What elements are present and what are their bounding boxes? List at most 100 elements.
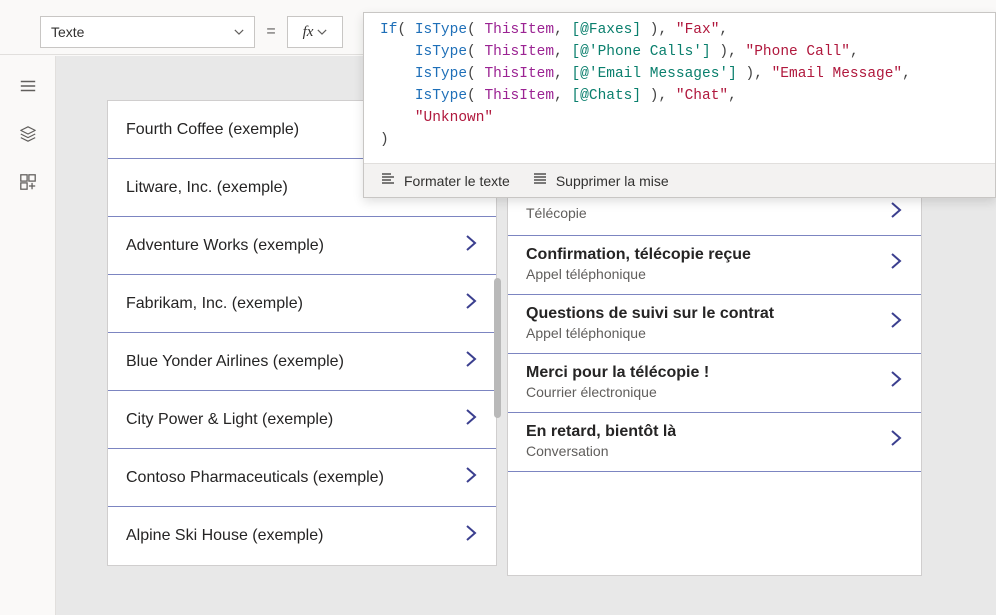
activity-row[interactable]: Merci pour la télécopie ! Courrier électr… (508, 354, 921, 413)
account-row[interactable]: Alpine Ski House (exemple) (108, 507, 496, 565)
left-rail (0, 56, 56, 615)
account-name: Fabrikam, Inc. (exemple) (126, 295, 303, 313)
fx-dropdown[interactable]: fx (287, 16, 343, 48)
activity-title: Questions de suivi sur le contrat (526, 305, 774, 323)
chevron-down-icon (234, 27, 244, 37)
account-name: Blue Yonder Airlines (exemple) (126, 353, 344, 371)
property-dropdown-label: Texte (51, 24, 84, 40)
formula-token: "Chat" (676, 88, 728, 104)
formula-token: IsType (415, 66, 467, 82)
formula-token: IsType (415, 88, 467, 104)
activity-title: Merci pour la télécopie ! (526, 364, 709, 382)
formula-token: If (380, 22, 397, 38)
chevron-right-icon (889, 311, 903, 335)
formula-token: ( (397, 22, 414, 38)
chevron-right-icon (889, 252, 903, 276)
formula-token: "Phone Call" (746, 44, 850, 60)
account-name: Alpine Ski House (exemple) (126, 527, 323, 545)
formula-token: ), (641, 22, 676, 38)
activity-row[interactable]: Télécopie (508, 197, 921, 236)
formula-token: ThisItem (484, 44, 554, 60)
formula-token: ) (380, 132, 389, 148)
formula-token: , (902, 66, 911, 82)
chevron-right-icon (889, 370, 903, 394)
formula-token: IsType (415, 22, 467, 38)
chevron-right-icon (889, 201, 903, 225)
account-name: Contoso Pharmaceuticals (exemple) (126, 469, 384, 487)
formula-token: ( (467, 44, 484, 60)
formula-token: [@'Phone Calls'] (571, 44, 710, 60)
scrollbar-thumb[interactable] (494, 278, 501, 418)
formula-token: , (728, 88, 737, 104)
formula-token: , (554, 44, 571, 60)
chevron-right-icon (464, 292, 478, 316)
property-dropdown[interactable]: Texte (40, 16, 255, 48)
format-text-label: Formater le texte (404, 173, 510, 189)
remove-format-icon (532, 171, 548, 190)
activities-gallery: Télécopie Confirmation, télécopie reçue Ap… (507, 196, 922, 576)
chevron-right-icon (464, 350, 478, 374)
activity-subtitle: Télécopie (526, 205, 587, 221)
formula-token: IsType (415, 44, 467, 60)
formula-token: , (554, 22, 571, 38)
formula-token (380, 44, 415, 60)
formula-token: "Unknown" (415, 110, 493, 126)
layers-icon[interactable] (18, 124, 38, 144)
formula-token: , (719, 22, 728, 38)
account-name: Adventure Works (exemple) (126, 237, 324, 255)
activity-title: En retard, bientôt là (526, 423, 676, 441)
formula-token: , (554, 88, 571, 104)
fx-label: fx (303, 24, 314, 41)
formula-token: ThisItem (484, 22, 554, 38)
formula-token: ( (467, 88, 484, 104)
formula-token: [@Faxes] (571, 22, 641, 38)
formula-token: ThisItem (484, 88, 554, 104)
activity-row[interactable]: Questions de suivi sur le contrat Appel t… (508, 295, 921, 354)
activity-subtitle: Appel téléphonique (526, 325, 774, 341)
chevron-right-icon (889, 429, 903, 453)
activity-row[interactable]: Confirmation, télécopie reçue Appel télép… (508, 236, 921, 295)
activity-subtitle: Appel téléphonique (526, 266, 751, 282)
equals-label: = (255, 23, 287, 41)
formula-token: ), (711, 44, 746, 60)
formula-token: [@Chats] (571, 88, 641, 104)
chevron-down-icon (317, 27, 327, 37)
chevron-right-icon (464, 466, 478, 490)
account-row[interactable]: Contoso Pharmaceuticals (exemple) (108, 449, 496, 507)
chevron-right-icon (464, 524, 478, 548)
account-row[interactable]: Blue Yonder Airlines (exemple) (108, 333, 496, 391)
insert-icon[interactable] (18, 172, 38, 192)
account-row[interactable]: City Power & Light (exemple) (108, 391, 496, 449)
formula-token: ), (737, 66, 772, 82)
formula-token: "Email Message" (772, 66, 903, 82)
formula-token: "Fax" (676, 22, 720, 38)
chevron-right-icon (464, 234, 478, 258)
remove-format-label: Supprimer la mise (556, 173, 669, 189)
formula-bar-panel: If( IsType( ThisItem, [@Faxes] ), "Fax",… (363, 12, 996, 198)
activity-subtitle: Conversation (526, 443, 676, 459)
formula-token (380, 110, 415, 126)
activity-subtitle: Courrier électronique (526, 384, 709, 400)
formula-token: ( (467, 66, 484, 82)
formula-token: [@'Email Messages'] (571, 66, 736, 82)
account-name: Fourth Coffee (exemple) (126, 121, 299, 139)
account-row[interactable]: Adventure Works (exemple) (108, 217, 496, 275)
formula-token (380, 66, 415, 82)
account-name: City Power & Light (exemple) (126, 411, 333, 429)
chevron-right-icon (464, 408, 478, 432)
format-text-button[interactable]: Formater le texte (380, 171, 510, 190)
formula-token: , (850, 44, 859, 60)
formula-token: , (554, 66, 571, 82)
remove-format-button[interactable]: Supprimer la mise (532, 171, 669, 190)
format-text-icon (380, 171, 396, 190)
account-name: Litware, Inc. (exemple) (126, 179, 288, 197)
formula-editor[interactable]: If( IsType( ThisItem, [@Faxes] ), "Fax",… (364, 13, 995, 163)
account-row[interactable]: Fabrikam, Inc. (exemple) (108, 275, 496, 333)
hamburger-icon[interactable] (18, 76, 38, 96)
activity-title: Confirmation, télécopie reçue (526, 246, 751, 264)
formula-toolbar: Formater le texte Supprimer la mise (364, 163, 995, 197)
formula-token: ( (467, 22, 484, 38)
formula-token (380, 88, 415, 104)
activity-row[interactable]: En retard, bientôt là Conversation (508, 413, 921, 472)
formula-token: ), (641, 88, 676, 104)
